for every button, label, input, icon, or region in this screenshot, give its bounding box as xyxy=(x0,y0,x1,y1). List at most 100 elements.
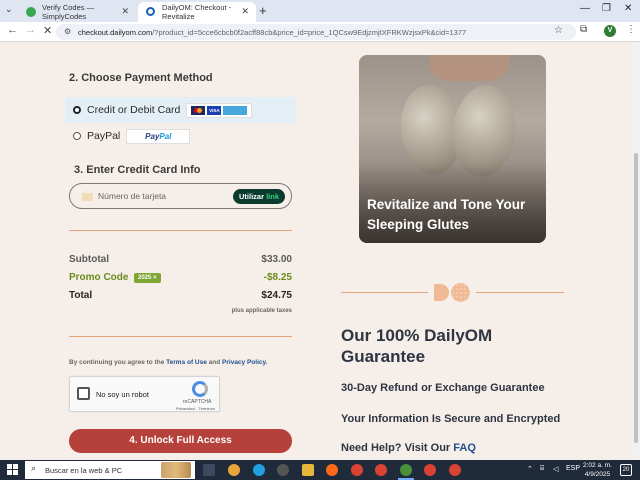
chrome-icon[interactable] xyxy=(449,464,461,476)
product-hero-image: Revitalize and Tone Your Sleeping Glutes xyxy=(359,55,546,243)
close-tab-icon[interactable]: ✕ xyxy=(241,6,249,17)
extensions-puzzle-icon[interactable]: ⧉ xyxy=(580,24,587,35)
tab-title: Verify Codes — SimplyCodes xyxy=(42,3,95,21)
taskbar-search-placeholder: Buscar en la web & PC xyxy=(45,465,123,475)
forward-arrow-icon[interactable]: → xyxy=(25,24,36,36)
help-prefix: Need Help? Visit Our xyxy=(341,442,454,454)
ornament-line-left xyxy=(341,292,428,293)
mastercard-icon xyxy=(191,105,206,115)
clock-time: 2:02 a. m. xyxy=(583,462,612,469)
simplycodes-favicon-icon xyxy=(26,7,36,17)
tab-list-chevron-icon[interactable]: ⌄ xyxy=(5,4,13,15)
paypal-logo-pal: Pal xyxy=(159,131,172,141)
new-tab-plus-icon[interactable]: + xyxy=(259,3,267,18)
privacy-policy-link[interactable]: Privacy Policy xyxy=(222,359,266,366)
browser-tab-strip: ⌄ Verify Codes — SimplyCodes ✕ DailyOM: … xyxy=(0,0,640,22)
use-link-button[interactable]: Utilizar link xyxy=(232,189,285,204)
tab-simplycodes[interactable]: Verify Codes — SimplyCodes ✕ xyxy=(18,2,136,22)
page-scrollbar[interactable] xyxy=(632,43,640,460)
promo-code-badge[interactable]: 2025 × xyxy=(134,273,161,283)
unlock-full-access-button[interactable]: 4. Unlock Full Access xyxy=(69,429,292,453)
terms-notice: By continuing you agree to the Terms of … xyxy=(69,359,267,366)
link-brand-text: link xyxy=(266,192,279,201)
card-number-field[interactable]: Número de tarjeta Utilizar link xyxy=(69,183,292,209)
language-indicator[interactable]: ESP xyxy=(566,465,580,472)
chrome-icon[interactable] xyxy=(424,464,436,476)
app-icon[interactable] xyxy=(228,464,240,476)
firefox-icon[interactable] xyxy=(326,464,338,476)
recaptcha-brand: reCAPTCHA xyxy=(183,399,212,405)
restore-icon[interactable]: ❐ xyxy=(602,3,611,14)
browser-menu-icon[interactable]: ⋮ xyxy=(626,24,636,35)
terms-suffix: . xyxy=(265,359,268,366)
ornament-line-right xyxy=(476,292,564,293)
tray-chevron-icon[interactable]: ⌃ xyxy=(527,465,533,473)
terms-and: and xyxy=(206,359,223,366)
search-icon: ⌕ xyxy=(31,463,37,473)
guarantee-secure: Your Information Is Secure and Encrypted xyxy=(341,413,561,425)
payment-method-heading: 2. Choose Payment Method xyxy=(69,72,213,84)
chrome-active-icon[interactable] xyxy=(398,464,414,480)
tab-title: DailyOM: Checkout - Revitalize xyxy=(162,3,232,21)
radio-selected-icon[interactable] xyxy=(73,106,81,114)
close-window-icon[interactable]: ✕ xyxy=(624,3,632,14)
edge-icon[interactable] xyxy=(253,464,265,476)
chrome-icon[interactable] xyxy=(351,464,363,476)
address-bar[interactable]: ⚙ checkout.dailyom.com/?product_id=5cce6… xyxy=(56,24,576,40)
task-view-icon[interactable] xyxy=(203,464,215,476)
hero-title: Revitalize and Tone Your Sleeping Glutes xyxy=(367,197,526,232)
dailyom-o-logo-icon xyxy=(451,283,470,302)
chrome-icon[interactable] xyxy=(375,464,387,476)
visa-icon: VISA xyxy=(207,105,222,115)
divider xyxy=(69,230,292,231)
url-host: checkout.dailyom.com xyxy=(78,27,153,37)
recaptcha-checkbox[interactable] xyxy=(77,387,90,400)
faq-link[interactable]: FAQ xyxy=(453,442,476,454)
volume-icon[interactable]: ◁ xyxy=(553,465,558,473)
taskbar-clock[interactable]: 2:02 a. m. 4/9/2025 xyxy=(583,461,612,479)
guarantee-title: Our 100% DailyOM Guarantee xyxy=(341,326,493,366)
network-icon[interactable]: ⌸ xyxy=(540,465,544,473)
payment-option-paypal[interactable]: PayPal Pay Pal xyxy=(65,123,296,149)
hero-garment-top xyxy=(429,55,509,81)
amex-icon xyxy=(223,105,248,115)
profile-avatar[interactable]: V xyxy=(604,25,616,37)
tab-dailyom-checkout[interactable]: DailyOM: Checkout - Revitalize ✕ xyxy=(138,2,256,22)
guarantee-help: Need Help? Visit Our FAQ xyxy=(341,442,476,454)
notification-center-icon[interactable]: 20 xyxy=(620,464,632,476)
back-arrow-icon[interactable]: ← xyxy=(7,24,18,36)
url-path: /?product_id=5cce6cbcb0f2acff88cb&price_… xyxy=(152,27,467,37)
taskbar-search[interactable]: ⌕ Buscar en la web & PC xyxy=(25,461,195,479)
guarantee-refund: 30-Day Refund or Exchange Guarantee xyxy=(341,382,545,394)
radio-unselected-icon[interactable] xyxy=(73,132,81,140)
media-player-icon[interactable] xyxy=(277,464,289,476)
windows-taskbar: ⌕ Buscar en la web & PC ⌃ ⌸ ◁ ESP 2:02 a… xyxy=(0,460,640,480)
recaptcha-links[interactable]: Privacidad - Términos xyxy=(176,406,215,411)
card-number-placeholder: Número de tarjeta xyxy=(98,191,167,201)
browser-toolbar: ← → ✕ ⚙ checkout.dailyom.com/?product_id… xyxy=(0,22,640,42)
bookmark-star-icon[interactable]: ☆ xyxy=(554,25,563,36)
minimize-icon[interactable]: — xyxy=(580,3,590,14)
search-highlight-image xyxy=(161,462,191,478)
tax-note: plus applicable taxes xyxy=(231,308,292,314)
checkout-page: 2. Choose Payment Method Credit or Debit… xyxy=(0,43,632,460)
recaptcha-logo-icon xyxy=(192,381,208,397)
terms-prefix: By continuing you agree to the xyxy=(69,359,167,366)
total-label: Total xyxy=(69,290,93,301)
recaptcha-widget: No soy un robot reCAPTCHA Privacidad - T… xyxy=(69,376,220,412)
file-explorer-icon[interactable] xyxy=(302,464,314,476)
paypal-logo: Pay Pal xyxy=(126,128,191,144)
scrollbar-thumb[interactable] xyxy=(634,153,638,443)
total-value: $24.75 xyxy=(261,290,292,301)
card-option-label: Credit or Debit Card xyxy=(87,104,181,116)
site-info-icon[interactable]: ⚙ xyxy=(64,27,71,36)
windows-start-icon[interactable] xyxy=(7,464,18,475)
card-info-heading: 3. Enter Credit Card Info xyxy=(74,164,201,176)
payment-option-card[interactable]: Credit or Debit Card VISA xyxy=(65,97,296,123)
clock-date: 4/9/2025 xyxy=(584,471,611,478)
stop-loading-icon[interactable]: ✕ xyxy=(43,24,52,37)
paypal-option-label: PayPal xyxy=(87,130,121,142)
terms-of-use-link[interactable]: Terms of Use xyxy=(166,359,207,366)
subtotal-value: $33.00 xyxy=(261,254,292,265)
close-tab-icon[interactable]: ✕ xyxy=(121,6,129,17)
